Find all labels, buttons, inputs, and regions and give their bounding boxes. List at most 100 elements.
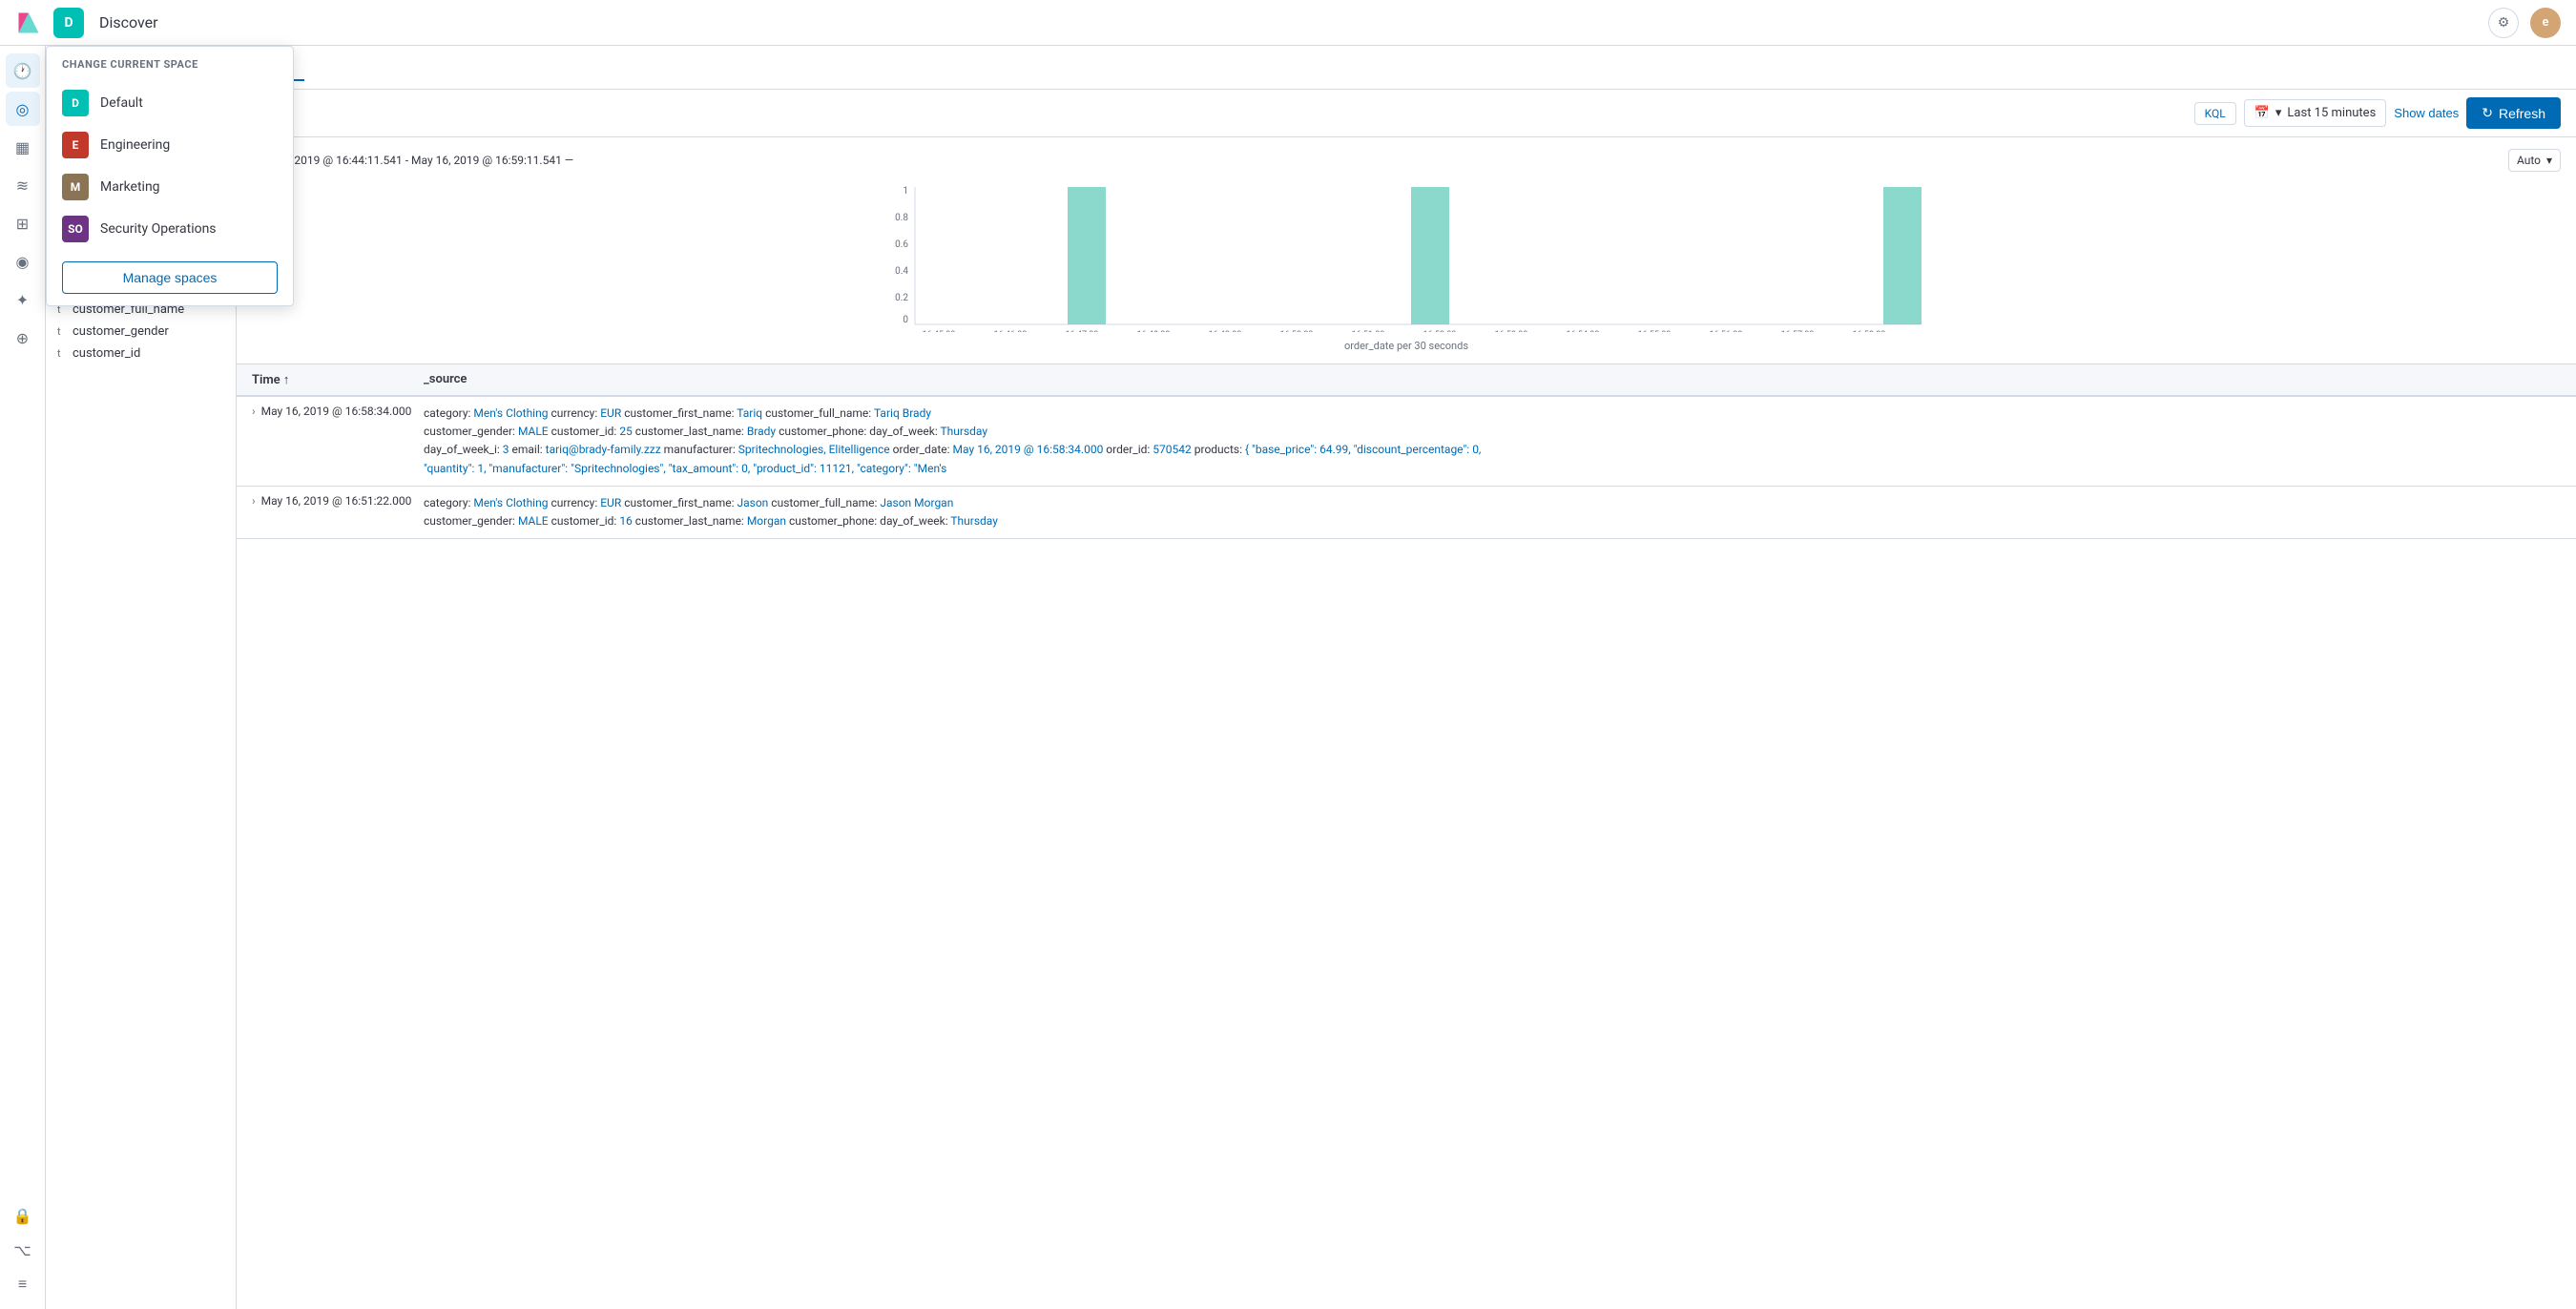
- svg-text:1: 1: [903, 186, 908, 197]
- svg-text:0.8: 0.8: [895, 213, 908, 223]
- sidebar-icon-maps[interactable]: ◉: [6, 244, 40, 279]
- sidebar-icon-visualize[interactable]: ≋: [6, 168, 40, 202]
- table-header: Time ↑ _source: [237, 364, 2576, 397]
- svg-text:16:46:00: 16:46:00: [994, 330, 1028, 332]
- field-customer-gender[interactable]: t customer_gender: [46, 321, 236, 343]
- svg-text:16:55:00: 16:55:00: [1638, 330, 1672, 332]
- svg-text:16:53:00: 16:53:00: [1495, 330, 1528, 332]
- sidebar: 🕐 ◎ ▦ ≋ ⊞ ◉ ✦ ⊕ 🔒 ⌥ ≡: [0, 46, 46, 1309]
- space-item-default[interactable]: D Default: [47, 82, 293, 124]
- space-item-engineering[interactable]: E Engineering: [47, 124, 293, 166]
- date-range-label: Last 15 minutes: [2287, 106, 2376, 120]
- sidebar-icon-clock[interactable]: 🕐: [6, 53, 40, 88]
- space-dropdown: CHANGE CURRENT SPACE D Default E Enginee…: [46, 46, 294, 306]
- space-item-marketing[interactable]: M Marketing: [47, 166, 293, 208]
- sidebar-icon-ml[interactable]: ✦: [6, 282, 40, 317]
- chart-wrapper: ‹ 1 0.8 0.6 0.4 0.2 0: [252, 179, 2561, 336]
- page-title: Discover: [99, 13, 158, 31]
- date-picker[interactable]: 📅 ▾ Last 15 minutes: [2244, 99, 2387, 127]
- svg-text:16:51:00: 16:51:00: [1352, 330, 1385, 332]
- svg-text:16:57:00: 16:57:00: [1781, 330, 1815, 332]
- svg-text:16:50:00: 16:50:00: [1280, 330, 1314, 332]
- row-source-1: category: Men's Clothing currency: EUR c…: [424, 405, 2561, 478]
- kibana-logo: [15, 10, 42, 36]
- calendar-icon: 📅: [2254, 106, 2270, 120]
- sidebar-icon-discover[interactable]: ◎: [6, 92, 40, 126]
- top-nav: D Discover ⚙ e: [0, 0, 2576, 46]
- svg-text:16:45:00: 16:45:00: [923, 330, 956, 332]
- svg-text:16:47:00: 16:47:00: [1066, 330, 1099, 332]
- space-item-security[interactable]: SO Security Operations: [47, 208, 293, 250]
- results-table: Time ↑ _source › May 16, 2019 @ 16:58:34…: [237, 364, 2576, 1309]
- table-row: › May 16, 2019 @ 16:51:22.000 category: …: [237, 487, 2576, 539]
- chart-time-range: May 16, 2019 @ 16:44:11.541 - May 16, 20…: [252, 154, 573, 167]
- svg-text:16:49:00: 16:49:00: [1209, 330, 1242, 332]
- sidebar-icon-dashboard[interactable]: ▦: [6, 130, 40, 164]
- space-name-marketing: Marketing: [100, 179, 160, 195]
- space-avatar-marketing: M: [62, 174, 89, 200]
- discover-header: New Open Save Inspect: [46, 46, 2576, 90]
- chart-container: May 16, 2019 @ 16:44:11.541 - May 16, 20…: [237, 137, 2576, 364]
- row-time-1: › May 16, 2019 @ 16:58:34.000: [252, 405, 424, 418]
- space-name-security: Security Operations: [100, 221, 217, 237]
- chevron-icon: ▾: [2275, 106, 2282, 120]
- avatar[interactable]: e: [2530, 8, 2561, 38]
- sidebar-icon-integrations[interactable]: ⊕: [6, 321, 40, 355]
- histogram-chart: 1 0.8 0.6 0.4 0.2 0: [252, 179, 2561, 332]
- refresh-button[interactable]: ↻ Refresh: [2466, 97, 2561, 129]
- sidebar-icon-security[interactable]: 🔒: [6, 1198, 40, 1233]
- show-dates-button[interactable]: Show dates: [2394, 106, 2459, 120]
- svg-text:0.6: 0.6: [895, 239, 908, 250]
- fields-panel: t _id t _index # _score t _type t cate: [46, 137, 237, 1309]
- settings-icon[interactable]: ⚙: [2488, 8, 2519, 38]
- bar-1658: [1883, 187, 1922, 324]
- chart-x-label: order_date per 30 seconds: [252, 340, 2561, 352]
- toolbar: KQL 📅 ▾ Last 15 minutes Show dates ↻ Ref…: [46, 90, 2576, 137]
- results-area: May 16, 2019 @ 16:44:11.541 - May 16, 20…: [237, 137, 2576, 1309]
- col-time: Time ↑: [252, 372, 424, 387]
- field-type-ci: t: [57, 347, 67, 360]
- kql-button[interactable]: KQL: [2194, 102, 2236, 125]
- manage-spaces-button[interactable]: Manage spaces: [62, 261, 278, 294]
- expand-row-2[interactable]: ›: [252, 494, 256, 508]
- sidebar-icon-stack[interactable]: ≡: [6, 1267, 40, 1301]
- field-name-cg: customer_gender: [73, 324, 169, 339]
- space-name-default: Default: [100, 95, 143, 111]
- field-customer-id[interactable]: t customer_id: [46, 343, 236, 364]
- svg-text:16:54:00: 16:54:00: [1567, 330, 1600, 332]
- svg-text:0.2: 0.2: [895, 293, 908, 303]
- svg-text:0.4: 0.4: [895, 266, 908, 277]
- svg-text:16:48:00: 16:48:00: [1137, 330, 1171, 332]
- sidebar-icon-dev-tools[interactable]: ⌥: [6, 1233, 40, 1267]
- main-content: New Open Save Inspect KQL 📅 ▾ Last 15 mi…: [46, 46, 2576, 1309]
- col-source: _source: [424, 372, 2561, 387]
- expand-row-1[interactable]: ›: [252, 405, 256, 418]
- bar-1651: [1411, 187, 1449, 324]
- svg-text:16:56:00: 16:56:00: [1710, 330, 1743, 332]
- row-source-2: category: Men's Clothing currency: EUR c…: [424, 494, 2561, 530]
- sidebar-icon-reports[interactable]: ⊞: [6, 206, 40, 240]
- chart-auto-select[interactable]: Auto ▾: [2508, 149, 2561, 172]
- space-avatar-default: D: [62, 90, 89, 116]
- app-layout: 🕐 ◎ ▦ ≋ ⊞ ◉ ✦ ⊕ 🔒 ⌥ ≡ New Open Save Insp…: [0, 46, 2576, 1309]
- svg-text:16:52:00: 16:52:00: [1423, 330, 1457, 332]
- field-type-cg: t: [57, 325, 67, 338]
- bar-1647: [1068, 187, 1106, 324]
- svg-text:0: 0: [903, 315, 908, 325]
- table-row: › May 16, 2019 @ 16:58:34.000 category: …: [237, 397, 2576, 487]
- space-badge[interactable]: D: [53, 8, 84, 38]
- dropdown-title: CHANGE CURRENT SPACE: [47, 58, 293, 82]
- space-avatar-security: SO: [62, 216, 89, 242]
- space-avatar-engineering: E: [62, 132, 89, 158]
- refresh-icon: ↻: [2482, 105, 2493, 121]
- body-area: t _id t _index # _score t _type t cate: [46, 137, 2576, 1309]
- space-name-engineering: Engineering: [100, 137, 170, 153]
- field-name-ci: customer_id: [73, 346, 140, 361]
- row-time-2: › May 16, 2019 @ 16:51:22.000: [252, 494, 424, 508]
- svg-text:16:58:00: 16:58:00: [1853, 330, 1886, 332]
- sort-icon: ↑: [283, 373, 290, 387]
- chart-header: May 16, 2019 @ 16:44:11.541 - May 16, 20…: [252, 149, 2561, 172]
- refresh-label: Refresh: [2499, 106, 2545, 121]
- auto-label: Auto: [2517, 154, 2541, 167]
- chevron-down-icon: ▾: [2546, 154, 2552, 167]
